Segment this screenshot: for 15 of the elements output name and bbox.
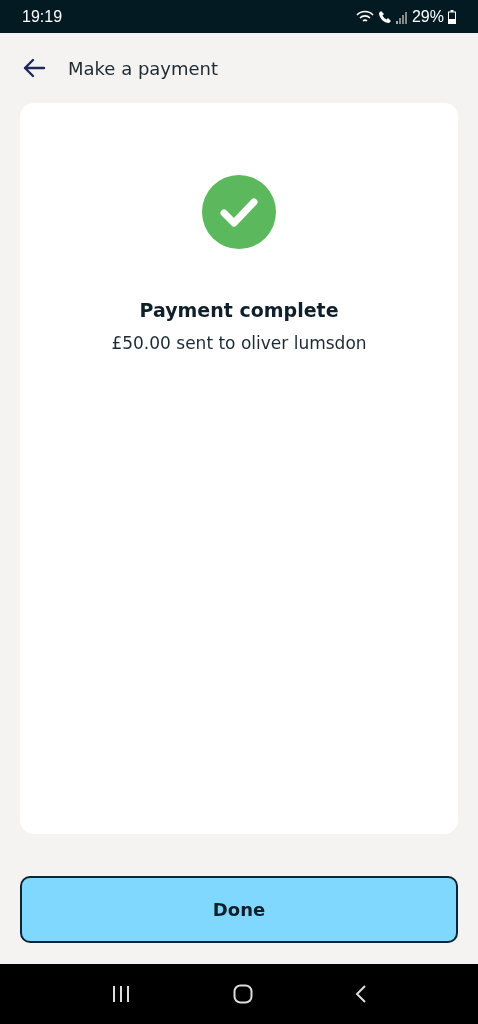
screen-title: Make a payment: [68, 57, 219, 79]
check-icon: [202, 175, 276, 249]
done-button[interactable]: Done: [20, 876, 458, 943]
result-message: £50.00 sent to oliver lumsdon: [111, 333, 367, 353]
back-icon[interactable]: [355, 984, 367, 1004]
result-title: Payment complete: [139, 299, 339, 321]
home-icon[interactable]: [233, 984, 253, 1004]
wifi-icon: [355, 9, 374, 24]
signal-icon: [395, 9, 408, 24]
back-button[interactable]: [22, 58, 46, 78]
recent-apps-icon[interactable]: [111, 985, 131, 1003]
battery-percent: 29%: [411, 7, 444, 26]
phone-icon: [377, 9, 392, 24]
battery-icon: [448, 9, 456, 24]
status-time: 19:19: [22, 7, 63, 26]
